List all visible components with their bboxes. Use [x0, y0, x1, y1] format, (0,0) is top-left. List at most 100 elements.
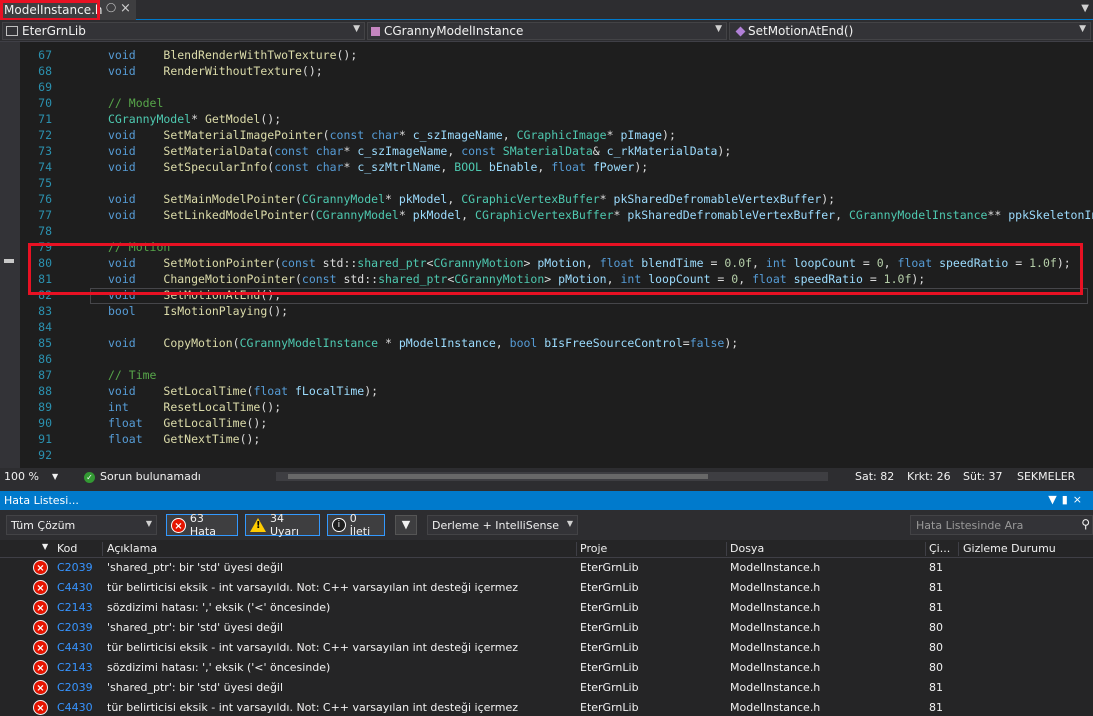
- code-line[interactable]: 80 void SetMotionPointer(const std::share…: [0, 255, 1093, 271]
- sort-icon[interactable]: ▼: [42, 542, 48, 551]
- column-header-file[interactable]: Dosya: [730, 542, 764, 555]
- messages-filter-button[interactable]: i 0 İleti: [327, 512, 385, 538]
- chevron-down-icon: ▼: [715, 24, 722, 34]
- code-line[interactable]: 72 void SetMaterialImagePointer(const cha…: [0, 127, 1093, 143]
- search-icon[interactable]: ⚲: [1081, 517, 1090, 531]
- line-number: 84: [38, 320, 52, 334]
- line-number: 77: [38, 208, 52, 222]
- column-header-description[interactable]: Açıklama: [107, 542, 157, 555]
- pin-icon[interactable]: ▮: [1062, 493, 1073, 506]
- error-icon: ×: [33, 600, 48, 615]
- code-line[interactable]: 75: [0, 175, 1093, 191]
- line-number: 87: [38, 368, 52, 382]
- horizontal-scrollbar[interactable]: [276, 472, 828, 481]
- error-line: 81: [929, 681, 943, 694]
- error-code-link[interactable]: C2143: [57, 601, 93, 614]
- document-tab[interactable]: ModelInstance.h ◯ ×: [0, 0, 136, 20]
- column-header-suppression[interactable]: Gizleme Durumu: [963, 542, 1056, 555]
- pin-icon[interactable]: ◯: [106, 3, 116, 13]
- code-text: void SetLocalTime(float fLocalTime);: [108, 384, 379, 398]
- column-header-project[interactable]: Proje: [580, 542, 607, 555]
- code-line[interactable]: 84: [0, 319, 1093, 335]
- member-dropdown[interactable]: SetMotionAtEnd() ▼: [729, 22, 1091, 40]
- error-code-link[interactable]: C2039: [57, 561, 93, 574]
- error-line: 80: [929, 661, 943, 674]
- code-line[interactable]: 71 CGrannyModel* GetModel();: [0, 111, 1093, 127]
- project-dropdown-value: EterGrnLib: [22, 24, 86, 38]
- code-editor[interactable]: 67 void BlendRenderWithTwoTexture(); 68 voi…: [0, 42, 1093, 468]
- error-icon: ×: [33, 560, 48, 575]
- class-icon: [371, 26, 380, 36]
- build-filter-dropdown[interactable]: Derleme + IntelliSense ▼: [427, 515, 578, 535]
- error-row[interactable]: × C2143 sözdizimi hatası: ',' eksik ('<' ö…: [0, 658, 1093, 678]
- error-row[interactable]: × C4430 tür belirticisi eksik - int varsay…: [0, 638, 1093, 658]
- error-row[interactable]: × C4430 tür belirticisi eksik - int varsay…: [0, 578, 1093, 598]
- project-icon: [6, 26, 18, 36]
- error-code-link[interactable]: C4430: [57, 701, 93, 714]
- warnings-filter-button[interactable]: ! 34 Uyarı: [245, 512, 320, 538]
- code-line[interactable]: 77 void SetLinkedModelPointer(CGrannyMode…: [0, 207, 1093, 223]
- errors-filter-button[interactable]: × 63 Hata: [166, 512, 238, 538]
- code-line[interactable]: 88 void SetLocalTime(float fLocalTime);: [0, 383, 1093, 399]
- error-project: EterGrnLib: [580, 681, 639, 694]
- code-line[interactable]: 73 void SetMaterialData(const char* c_szI…: [0, 143, 1093, 159]
- error-code-link[interactable]: C4430: [57, 581, 93, 594]
- error-code-link[interactable]: C2039: [57, 621, 93, 634]
- error-row[interactable]: × C4430 tür belirticisi eksik - int varsay…: [0, 698, 1093, 716]
- code-text: void RenderWithoutTexture();: [108, 64, 323, 78]
- dropdown-icon[interactable]: ▼: [1048, 493, 1061, 506]
- code-line[interactable]: 79 // Motion: [0, 239, 1093, 255]
- code-line[interactable]: 74 void SetSpecularInfo(const char* c_szM…: [0, 159, 1093, 175]
- code-line[interactable]: 83 bool IsMotionPlaying();: [0, 303, 1093, 319]
- code-line[interactable]: 81 void ChangeMotionPointer(const std::sh…: [0, 271, 1093, 287]
- close-icon[interactable]: ×: [1073, 493, 1087, 506]
- close-icon[interactable]: ×: [120, 1, 131, 16]
- code-line[interactable]: 92: [0, 447, 1093, 463]
- error-code-link[interactable]: C4430: [57, 641, 93, 654]
- line-number: 89: [38, 400, 52, 414]
- chevron-down-icon: ▼: [566, 519, 573, 528]
- code-line[interactable]: 69: [0, 79, 1093, 95]
- indent-mode[interactable]: SEKMELER: [1017, 470, 1075, 483]
- scrollbar-thumb[interactable]: [288, 474, 708, 479]
- scope-dropdown[interactable]: Tüm Çözüm ▼: [6, 515, 157, 535]
- error-list-search[interactable]: Hata Listesinde Ara ⚲: [910, 515, 1093, 535]
- error-row[interactable]: × C2039 'shared_ptr': bir 'std' üyesi deği…: [0, 678, 1093, 698]
- panel-window-buttons[interactable]: ▼▮×: [1048, 493, 1087, 506]
- code-line[interactable]: 70 // Model: [0, 95, 1093, 111]
- error-code-link[interactable]: C2143: [57, 661, 93, 674]
- class-dropdown[interactable]: CGrannyModelInstance ▼: [367, 22, 727, 40]
- error-project: EterGrnLib: [580, 661, 639, 674]
- error-file: ModelInstance.h: [730, 561, 821, 574]
- code-line[interactable]: 89 int ResetLocalTime();: [0, 399, 1093, 415]
- code-line[interactable]: 85 void CopyMotion(CGrannyModelInstance *…: [0, 335, 1093, 351]
- error-row[interactable]: × C2039 'shared_ptr': bir 'std' üyesi deği…: [0, 558, 1093, 578]
- warning-icon: !: [250, 518, 266, 532]
- code-line[interactable]: 87 // Time: [0, 367, 1093, 383]
- code-line[interactable]: 78: [0, 223, 1093, 239]
- column-header-line[interactable]: Çi...: [929, 542, 950, 555]
- line-number: 90: [38, 416, 52, 430]
- error-code-link[interactable]: C2039: [57, 681, 93, 694]
- error-row[interactable]: × C2039 'shared_ptr': bir 'std' üyesi deği…: [0, 618, 1093, 638]
- error-icon: ×: [171, 517, 186, 533]
- code-line[interactable]: 68 void RenderWithoutTexture();: [0, 63, 1093, 79]
- column-header-code[interactable]: Kod: [57, 542, 77, 555]
- project-dropdown[interactable]: EterGrnLib ▼: [2, 22, 365, 40]
- tab-list-dropdown-icon[interactable]: ▼: [1081, 3, 1089, 14]
- code-line[interactable]: 91 float GetNextTime();: [0, 431, 1093, 447]
- filter-icon[interactable]: ▼: [395, 515, 417, 535]
- code-line[interactable]: 76 void SetMainModelPointer(CGrannyModel*…: [0, 191, 1093, 207]
- issues-status[interactable]: Sorun bulunamadı: [100, 470, 201, 483]
- code-line[interactable]: 82 void SetMotionAtEnd();: [0, 287, 1093, 303]
- code-text: void SetMaterialImagePointer(const char*…: [108, 128, 676, 142]
- code-text: void CopyMotion(CGrannyModelInstance * p…: [108, 336, 739, 350]
- error-row[interactable]: × C2143 sözdizimi hatası: ',' eksik ('<' ö…: [0, 598, 1093, 618]
- code-line[interactable]: 86: [0, 351, 1093, 367]
- zoom-level[interactable]: 100 %: [4, 470, 39, 483]
- error-line: 81: [929, 581, 943, 594]
- line-number: 83: [38, 304, 52, 318]
- code-line[interactable]: 67 void BlendRenderWithTwoTexture();: [0, 47, 1093, 63]
- code-line[interactable]: 90 float GetLocalTime();: [0, 415, 1093, 431]
- zoom-dropdown-icon[interactable]: ▼: [52, 472, 58, 481]
